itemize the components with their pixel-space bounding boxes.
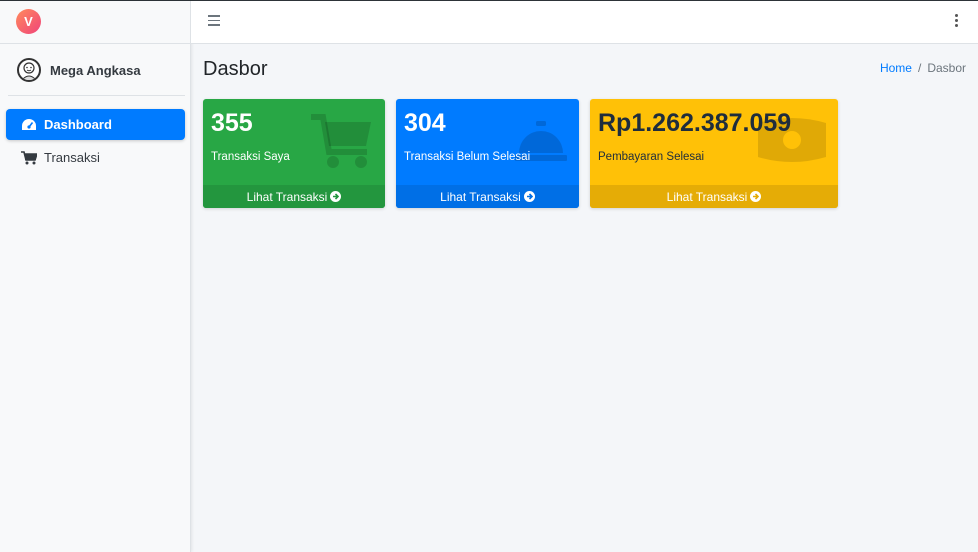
user-panel: Mega Angkasa bbox=[8, 54, 185, 96]
sidebar: V Mega Angkasa Dashboard Transaksi bbox=[0, 1, 191, 552]
breadcrumb-home-link[interactable]: Home bbox=[880, 61, 912, 75]
arrow-circle-right-icon bbox=[330, 191, 342, 202]
card-pembayaran-selesai: Rp1.262.387.059 Pembayaran Selesai Lihat… bbox=[590, 99, 838, 208]
card-value: Rp1.262.387.059 bbox=[598, 109, 792, 137]
card-footer-link[interactable]: Lihat Transaksi bbox=[396, 185, 579, 208]
hamburger-icon[interactable] bbox=[208, 15, 220, 27]
card-transaksi-saya: 355 Transaksi Saya Lihat Transaksi bbox=[203, 99, 385, 208]
sidebar-item-dashboard[interactable]: Dashboard bbox=[6, 109, 185, 140]
tachometer-icon bbox=[21, 117, 37, 133]
card-link-label: Lihat Transaksi bbox=[440, 189, 521, 204]
breadcrumb-current: Dasbor bbox=[927, 61, 966, 75]
user-avatar[interactable] bbox=[17, 58, 41, 82]
card-value: 355 bbox=[211, 109, 253, 137]
sidebar-item-label: Transaksi bbox=[44, 150, 100, 165]
sidebar-item-transaksi[interactable]: Transaksi bbox=[6, 142, 185, 173]
card-label: Pembayaran Selesai bbox=[598, 151, 705, 163]
brand-logo[interactable]: V bbox=[16, 9, 41, 34]
sidebar-item-label: Dashboard bbox=[44, 117, 112, 132]
shopping-cart-icon bbox=[21, 150, 37, 166]
card-footer-link[interactable]: Lihat Transaksi bbox=[590, 185, 838, 208]
arrow-circle-right-icon bbox=[523, 191, 535, 202]
card-transaksi-belum-selesai: 304 Transaksi Belum Selesai Lihat Transa… bbox=[396, 99, 579, 208]
breadcrumb: Home / Dasbor bbox=[880, 61, 966, 75]
user-name[interactable]: Mega Angkasa bbox=[50, 63, 141, 78]
card-link-label: Lihat Transaksi bbox=[666, 189, 748, 204]
breadcrumb-separator: / bbox=[917, 61, 922, 75]
card-label: Transaksi Saya bbox=[211, 151, 290, 163]
card-footer-link[interactable]: Lihat Transaksi bbox=[203, 185, 385, 208]
top-navbar bbox=[191, 1, 978, 44]
avatar-face-icon bbox=[21, 62, 37, 80]
kebab-icon[interactable] bbox=[955, 14, 959, 30]
page-title: Dasbor bbox=[203, 58, 268, 80]
brand: V bbox=[0, 1, 190, 44]
card-value: 304 bbox=[404, 109, 446, 137]
card-label: Transaksi Belum Selesai bbox=[404, 151, 531, 163]
card-link-label: Lihat Transaksi bbox=[246, 189, 328, 204]
arrow-circle-right-icon bbox=[750, 191, 762, 202]
